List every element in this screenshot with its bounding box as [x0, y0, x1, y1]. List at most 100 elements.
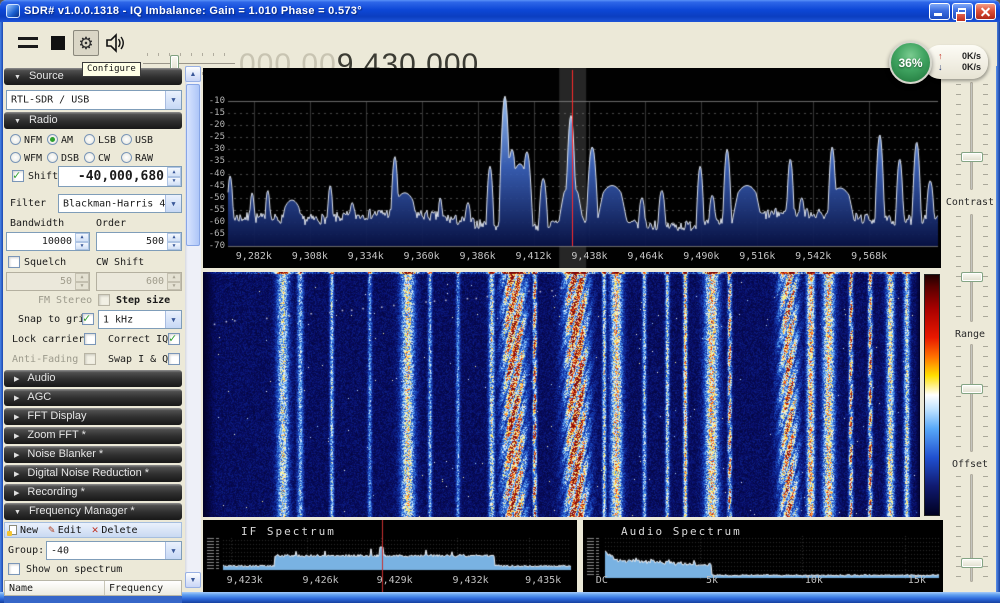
offset-slider[interactable]	[952, 472, 992, 584]
column-header-name[interactable]: Name	[5, 581, 105, 595]
correct-iq-checkbox[interactable]: ✓	[168, 333, 180, 345]
panel-header-radio[interactable]: ▼Radio	[4, 112, 182, 129]
slider-track	[970, 82, 973, 190]
spin-up-icon[interactable]: ▲	[167, 167, 181, 177]
range-slider-thumb[interactable]	[961, 384, 983, 394]
sidebar: ▼Source RTL-SDR / USB ▼ ▼Radio NFMAMLSBU…	[2, 66, 184, 592]
anti-fading-checkbox	[84, 353, 96, 365]
show-on-spectrum-checkbox[interactable]	[8, 563, 20, 575]
stop-button[interactable]	[45, 30, 71, 56]
mode-label: LSB	[98, 135, 116, 146]
mode-dsb[interactable]: DSB	[47, 152, 83, 166]
spin-down-icon[interactable]: ▼	[75, 242, 89, 251]
frequency-table-header: Name Frequency	[4, 580, 182, 596]
panel-header-agc[interactable]: ▶AGC	[4, 389, 182, 406]
if-axis-label: 9,423k	[227, 575, 263, 586]
zoom-slider[interactable]	[952, 80, 992, 192]
panel-header-zoom-fft[interactable]: ▶Zoom FFT *	[4, 427, 182, 444]
mode-lsb[interactable]: LSB	[84, 134, 120, 148]
group-dropdown[interactable]: -40 ▼	[46, 541, 182, 560]
configure-button[interactable]: ⚙	[73, 30, 99, 56]
panel-header-fft-display[interactable]: ▶FFT Display	[4, 408, 182, 425]
squelch-label: Squelch	[24, 257, 66, 268]
swap-iq-checkbox[interactable]	[168, 353, 180, 365]
panel-header-frequency-manager[interactable]: ▼Frequency Manager *	[4, 503, 182, 520]
tx-rate: 0K/s	[962, 62, 981, 73]
lock-carrier-checkbox[interactable]	[84, 333, 96, 345]
column-header-frequency[interactable]: Frequency	[105, 581, 181, 595]
close-button[interactable]	[975, 3, 996, 20]
spin-up-icon[interactable]: ▲	[167, 233, 181, 242]
panel-header-audio[interactable]: ▶Audio	[4, 370, 182, 387]
mute-button[interactable]	[103, 30, 129, 56]
radio-icon	[10, 152, 21, 163]
order-value[interactable]: 500	[99, 233, 164, 250]
shift-value-spinner[interactable]: -40,000,680 ▲▼	[58, 166, 182, 187]
toolbar: ⚙ 000.009.430.000	[3, 22, 997, 66]
frequency-axis-label: 9,412k	[515, 251, 551, 262]
source-device-dropdown[interactable]: RTL-SDR / USB ▼	[6, 90, 182, 110]
mode-raw[interactable]: RAW	[121, 152, 157, 166]
bandwidth-value[interactable]: 10000	[9, 233, 72, 250]
db-axis-label: -10	[203, 96, 225, 106]
mode-cw[interactable]: CW	[84, 152, 120, 166]
radio-icon	[10, 134, 21, 145]
restore-button[interactable]	[952, 3, 973, 20]
menu-button[interactable]	[15, 30, 41, 56]
audio-axis-label: DC	[596, 575, 608, 586]
panel-header-noise-blanker[interactable]: ▶Noise Blanker *	[4, 446, 182, 463]
order-spinner[interactable]: 500 ▲▼	[96, 232, 182, 251]
spectrum-panel: -10-15-20-25-30-35-40-45-50-55-60-65-70 …	[203, 68, 941, 268]
spin-down-icon[interactable]: ▼	[167, 177, 181, 187]
scroll-up-icon: ▲	[190, 71, 197, 78]
bandwidth-label: Bandwidth	[10, 218, 64, 229]
new-entry-button[interactable]: New	[9, 525, 38, 536]
squelch-checkbox[interactable]	[8, 256, 20, 268]
mode-wfm[interactable]: WFM	[10, 152, 46, 166]
step-size-dropdown[interactable]: 1 kHz ▼	[98, 310, 182, 329]
audio-spectrum-title: Audio Spectrum	[621, 525, 742, 538]
configure-tooltip: Configure	[82, 62, 141, 77]
collapse-icon: ▶	[14, 471, 19, 478]
snap-to-grid-checkbox[interactable]: ✓	[82, 313, 94, 325]
rate-down-icon: ↓	[938, 62, 943, 73]
scrollbar-thumb[interactable]	[186, 84, 200, 246]
waterfall-display[interactable]	[203, 272, 920, 517]
mode-usb[interactable]: USB	[121, 134, 157, 148]
panel-header-recording[interactable]: ▶Recording *	[4, 484, 182, 501]
radio-icon	[47, 134, 58, 145]
mode-nfm[interactable]: NFM	[10, 134, 46, 148]
spin-up-icon[interactable]: ▲	[75, 233, 89, 242]
contrast-slider[interactable]	[952, 212, 992, 324]
mode-label: CW	[98, 153, 110, 164]
contrast-slider-thumb[interactable]	[961, 272, 983, 282]
shift-value[interactable]: -40,000,680	[61, 167, 164, 186]
dropdown-arrow-icon[interactable]: ▼	[165, 311, 181, 328]
frequency-axis-label: 9,490k	[683, 251, 719, 262]
minimize-button[interactable]	[929, 3, 950, 20]
stop-icon	[51, 36, 65, 50]
offset-slider-thumb[interactable]	[961, 558, 983, 568]
spectrum-display[interactable]	[203, 68, 941, 268]
scroll-down-button[interactable]: ▼	[185, 572, 201, 588]
selected-table-row[interactable]	[4, 596, 182, 603]
panel-header-digital-noise-reduction[interactable]: ▶Digital Noise Reduction *	[4, 465, 182, 482]
spin-down-icon[interactable]: ▼	[167, 242, 181, 251]
edit-entry-button[interactable]: ✎Edit	[48, 525, 82, 536]
bandwidth-spinner[interactable]: 10000 ▲▼	[6, 232, 90, 251]
dropdown-arrow-icon[interactable]: ▼	[165, 91, 181, 109]
zoom-slider-thumb[interactable]	[961, 152, 983, 162]
group-value: -40	[51, 545, 69, 556]
filter-dropdown[interactable]: Blackman-Harris 4 ▼	[58, 194, 182, 213]
title-bar[interactable]: SDR# v1.0.0.1318 - IQ Imbalance: Gain = …	[0, 0, 1000, 22]
delete-entry-button[interactable]: ✕Delete	[92, 525, 138, 536]
dropdown-arrow-icon[interactable]: ▼	[165, 195, 181, 212]
scroll-up-button[interactable]: ▲	[185, 66, 201, 82]
sidebar-scrollbar[interactable]: ▲ ▼	[185, 66, 201, 588]
dropdown-arrow-icon[interactable]: ▼	[165, 542, 181, 559]
shift-label: Shift	[28, 171, 58, 182]
shift-checkbox[interactable]: ✓	[12, 170, 24, 182]
mode-am[interactable]: AM	[47, 134, 83, 148]
db-axis-label: -40	[203, 169, 225, 179]
range-slider[interactable]	[952, 342, 992, 454]
